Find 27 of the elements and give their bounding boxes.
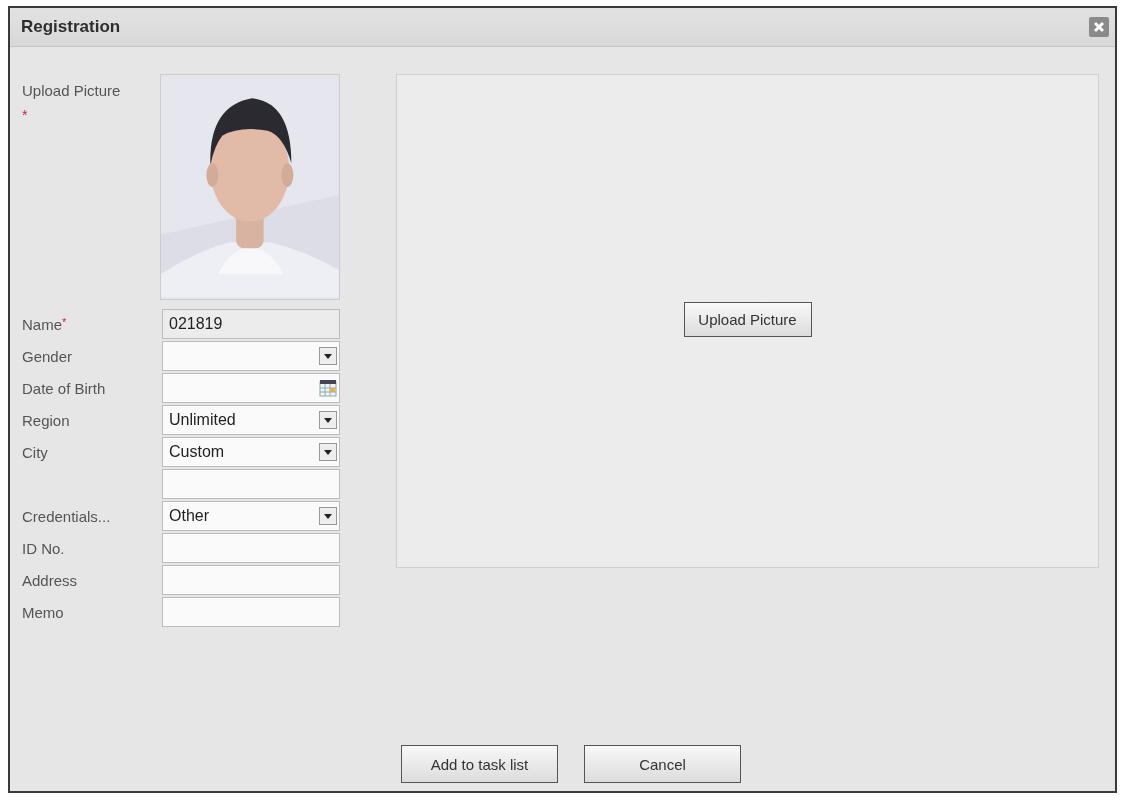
field-label: ID No. xyxy=(22,539,65,557)
field-label: Credentials... xyxy=(22,507,111,525)
text-field[interactable] xyxy=(162,469,340,499)
dialog-title: Registration xyxy=(21,17,121,37)
field-label: Gender xyxy=(22,347,73,365)
calendar-icon[interactable] xyxy=(319,379,337,397)
dialog-button[interactable]: Cancel xyxy=(584,745,741,783)
field-label: Address xyxy=(22,571,78,589)
dropdown[interactable]: Other xyxy=(162,501,340,531)
upload-picture-button[interactable]: Upload Picture xyxy=(683,302,812,337)
field-label: Name xyxy=(22,315,62,333)
field-label: Upload Picture xyxy=(22,82,121,99)
required-mark: * xyxy=(22,107,28,123)
dialog-button[interactable]: Add to task list xyxy=(401,745,558,783)
field-label: Region xyxy=(22,411,70,429)
date-field[interactable] xyxy=(162,373,340,403)
field-label: Memo xyxy=(22,603,64,621)
text-field[interactable] xyxy=(162,597,340,627)
text-field[interactable] xyxy=(162,565,340,595)
dropdown[interactable]: Unlimited xyxy=(162,405,340,435)
dropdown[interactable]: Custom xyxy=(162,437,340,467)
field-label: Date of Birth xyxy=(22,379,106,397)
field-label: City xyxy=(22,443,48,461)
close-icon[interactable] xyxy=(1089,17,1109,37)
required-mark: * xyxy=(62,315,67,328)
text-field[interactable]: 021819 xyxy=(162,309,340,339)
text-field[interactable] xyxy=(162,533,340,563)
